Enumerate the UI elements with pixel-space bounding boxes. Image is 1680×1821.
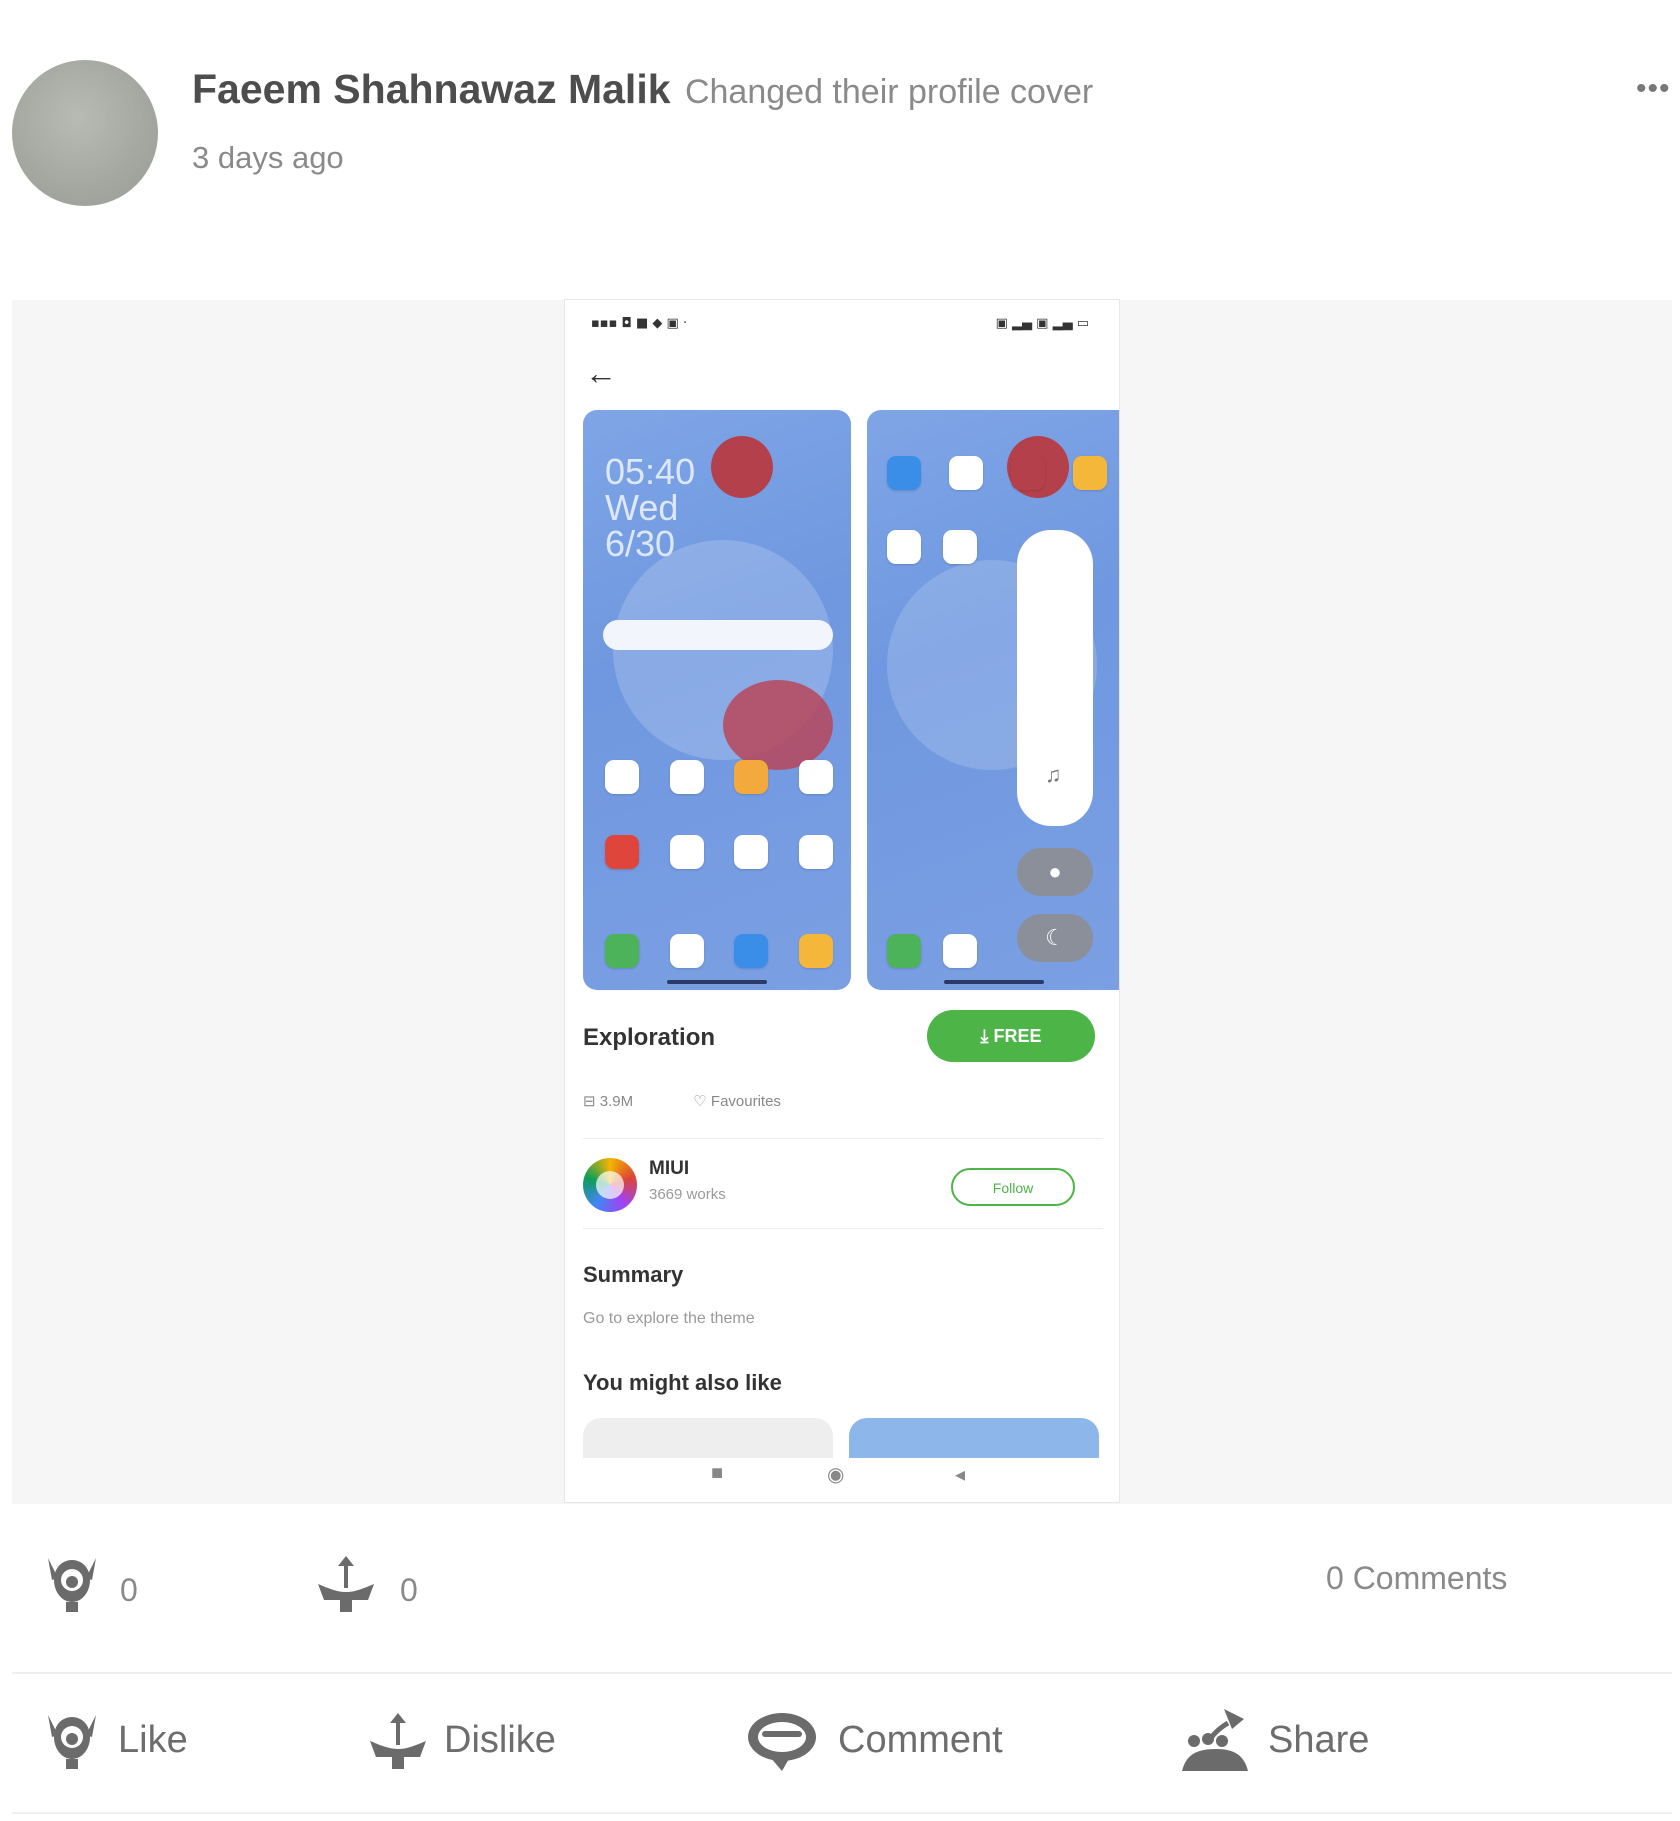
recents-icon: ■ — [711, 1462, 724, 1484]
dislike-label: Dislike — [444, 1718, 556, 1761]
preview-dock — [887, 934, 977, 968]
free-label: FREE — [993, 1026, 1042, 1046]
preview-home-bar — [944, 980, 1044, 984]
comments-count[interactable]: 0 Comments — [1326, 1560, 1507, 1597]
comment-icon — [748, 1713, 816, 1771]
app-icon — [734, 835, 769, 869]
author-line: Faeem Shahnawaz Malik Changed their prof… — [192, 66, 1093, 113]
preview-app-row — [887, 530, 977, 564]
contacts-app-icon — [943, 934, 977, 968]
preview-home-bar — [667, 980, 767, 984]
post-header: Faeem Shahnawaz Malik Changed their prof… — [0, 0, 1680, 260]
app-icon — [798, 835, 833, 869]
home-icon: ◉ — [827, 1464, 845, 1486]
status-bar: ▪▪▪ ◘ ■ ◆ ▣ · ▣ ▂▄ ▣ ▂▄ ▭ — [565, 312, 1119, 340]
preview-clock-day: Wed — [605, 487, 679, 528]
follow-button: Follow — [951, 1168, 1075, 1206]
preview-night-icon: ☾ — [1017, 914, 1093, 962]
app-icon — [605, 760, 639, 794]
recommend-title: You might also like — [583, 1370, 782, 1395]
theme-meta: ⊟ 3.9M ♡ Favourites — [583, 1092, 837, 1110]
preview-app-row — [605, 760, 833, 794]
app-icon — [734, 760, 769, 794]
music-note-icon: ♫ — [1045, 762, 1062, 787]
dislike-button[interactable]: Dislike — [366, 1700, 556, 1780]
post-image[interactable]: ▪▪▪ ◘ ■ ◆ ▣ · ▣ ▂▄ ▣ ▂▄ ▭ ← 05:40 Wed 6/… — [564, 299, 1120, 1503]
app-icon — [887, 456, 921, 490]
comment-label: Comment — [838, 1718, 1003, 1761]
preview-app-row — [605, 835, 833, 869]
divider — [12, 1672, 1672, 1674]
designer-works: 3669 works — [649, 1186, 726, 1203]
status-bar-right-icons: ▣ ▂▄ ▣ ▂▄ ▭ — [995, 316, 1089, 331]
author-name[interactable]: Faeem Shahnawaz Malik — [192, 66, 671, 112]
phone-app-icon — [605, 934, 639, 968]
comment-button[interactable]: Comment — [740, 1700, 1003, 1780]
share-icon — [1182, 1709, 1248, 1771]
decor-circle — [723, 680, 833, 770]
post-timestamp[interactable]: 3 days ago — [192, 140, 344, 176]
preview-search-bar — [603, 620, 833, 650]
like-button[interactable]: Like — [40, 1700, 188, 1780]
theme-preview-lockscreen: 05:40 Wed 6/30 — [583, 410, 851, 990]
designer-name: MIUI — [649, 1158, 690, 1179]
back-arrow-icon: ← — [585, 355, 617, 391]
app-icon — [943, 530, 977, 564]
app-icon — [1011, 456, 1045, 490]
dislike-count-icon — [318, 1556, 374, 1612]
preview-clock: 05:40 Wed 6/30 — [605, 454, 695, 562]
preview-app-row — [887, 456, 1107, 490]
preview-dock — [605, 934, 833, 968]
android-nav-bar: ■ ◉ ◂ — [565, 1444, 1119, 1502]
post-action-text: Changed their profile cover — [684, 73, 1094, 111]
like-count-icon — [48, 1558, 96, 1612]
post-action-bar: Like Dislike Comment Share — [0, 1700, 1680, 1790]
more-options-icon[interactable]: ••• — [1636, 72, 1671, 106]
theme-size: ⊟ 3.9M — [583, 1093, 634, 1110]
like-icon — [48, 1715, 96, 1769]
divider — [583, 1138, 1103, 1139]
preview-volume-panel: ♫ — [1017, 530, 1093, 826]
divider — [583, 1228, 1103, 1229]
share-button[interactable]: Share — [1178, 1700, 1369, 1780]
preview-clock-time: 05:40 — [605, 451, 696, 492]
back-icon: ◂ — [955, 1464, 966, 1486]
preview-mute-icon: ● — [1017, 848, 1093, 896]
divider — [12, 1812, 1672, 1814]
contacts-app-icon — [669, 934, 704, 968]
app-icon — [1073, 456, 1107, 490]
summary-text: Go to explore the theme — [583, 1310, 755, 1327]
theme-title: Exploration — [583, 1024, 716, 1051]
like-label: Like — [118, 1718, 188, 1761]
favourites: ♡ Favourites — [693, 1093, 781, 1110]
designer-avatar — [583, 1158, 637, 1212]
app-icon — [605, 835, 639, 869]
dislike-icon — [370, 1713, 426, 1769]
summary-title: Summary — [583, 1262, 684, 1287]
status-bar-left-icons: ▪▪▪ ◘ ■ ◆ ▣ · — [591, 316, 688, 331]
app-icon — [669, 760, 704, 794]
dislike-count: 0 — [400, 1572, 418, 1608]
share-label: Share — [1268, 1718, 1370, 1761]
youtube-app-icon — [887, 530, 921, 564]
free-download-button: ⤓ FREE — [927, 1010, 1095, 1062]
app-icon — [669, 835, 704, 869]
theme-size-value: 3.9M — [599, 1093, 634, 1110]
app-icon — [949, 456, 983, 490]
browser-app-icon — [734, 934, 769, 968]
preview-clock-date: 6/30 — [605, 523, 676, 564]
avatar[interactable] — [12, 60, 158, 206]
theme-preview-homescreen: ♫ ● ☾ — [867, 410, 1119, 990]
favourites-label: Favourites — [710, 1093, 781, 1110]
notes-app-icon — [798, 934, 833, 968]
decor-circle — [711, 436, 773, 498]
like-count: 0 — [120, 1572, 138, 1608]
phone-app-icon — [887, 934, 921, 968]
app-icon — [798, 760, 833, 794]
